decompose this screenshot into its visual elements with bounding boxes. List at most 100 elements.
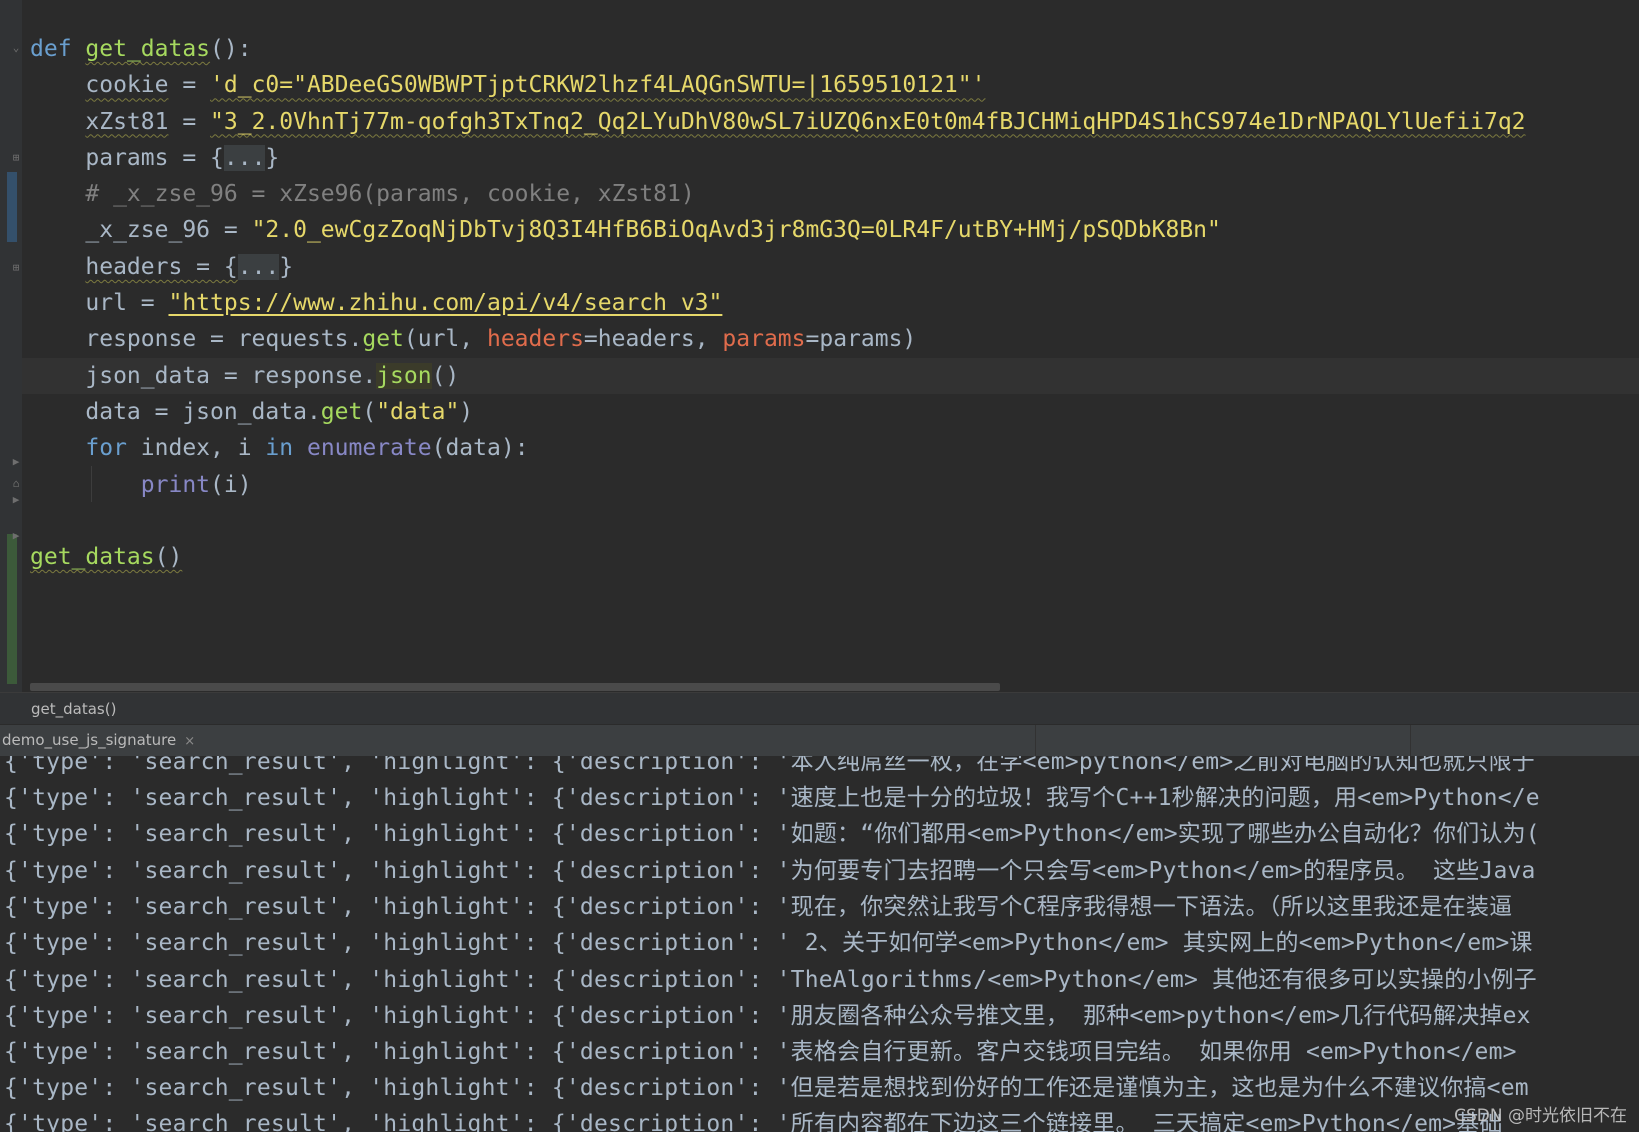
console-line-prefix: {'type': 'search_result', 'highlight': {…: [4, 1111, 777, 1132]
divider: [1035, 725, 1036, 757]
code-text: (: [362, 398, 377, 425]
code-text: index, i: [126, 435, 266, 462]
function-name: get_datas: [85, 36, 211, 62]
console-output-line: {'type': 'search_result', 'highlight': {…: [4, 1034, 1531, 1070]
code-text: =headers,: [583, 326, 723, 353]
code-line-json-current: json_data = response.json(): [22, 357, 1639, 394]
console-output-line: {'type': 'search_result', 'highlight': {…: [4, 925, 1533, 961]
folded-block[interactable]: ...: [223, 144, 266, 171]
operator: =: [168, 72, 211, 99]
console-line-prefix: {'type': 'search_result', 'highlight': {…: [4, 1039, 777, 1065]
builtin-name: print: [140, 471, 211, 498]
operator: =: [168, 108, 211, 135]
close-icon[interactable]: ×: [184, 734, 195, 749]
variable: cookie: [85, 72, 169, 99]
console-line-description: '为何要专门去招聘一个只会写<em>Python</em>的程序员。 这些Jav…: [776, 858, 1536, 884]
code-line-data: data = json_data.get("data"): [30, 394, 1639, 430]
console-line-description: '如题：“你们都用<em>Python</em>实现了哪些办公自动化？你们认为(: [776, 821, 1540, 847]
code-text: (): [431, 362, 460, 389]
code-editor[interactable]: ⌄ ⊞ ⊞ ▶ ⌂ ▶ ▶ def get_datas(): cookie = …: [0, 0, 1639, 692]
comment: # _x_zse_96 = xZse96(params, cookie, xZs…: [85, 181, 695, 208]
punctuation: }: [265, 144, 280, 171]
console-line-description: '但是若是想找到份好的工作还是谨慎为主，这也是为什么不建议你搞<em: [776, 1075, 1529, 1101]
punctuation: }: [279, 253, 294, 280]
code-text: (data):: [431, 435, 529, 462]
code-line-params: params = {...}: [30, 140, 1639, 176]
code-line-comment: # _x_zse_96 = xZse96(params, cookie, xZs…: [30, 176, 1639, 212]
method-name: get: [320, 398, 363, 425]
run-tool-window-header: demo_use_js_signature ×: [0, 724, 1639, 759]
console-line-prefix: {'type': 'search_result', 'highlight': {…: [4, 967, 777, 993]
variable: _x_zse_96 =: [85, 217, 252, 244]
breadcrumb-item[interactable]: get_datas(): [31, 700, 116, 718]
code-text: data = json_data.: [85, 398, 321, 425]
variable: headers = {: [85, 253, 238, 280]
folded-block[interactable]: ...: [237, 253, 280, 280]
console-output-line: {'type': 'search_result', 'highlight': {…: [4, 962, 1537, 998]
code-line-call: get_datas(): [30, 539, 1639, 575]
code-line-url: url = "https://www.zhihu.com/api/v4/sear…: [30, 285, 1639, 321]
run-arrow-icon[interactable]: ▶: [10, 530, 22, 542]
breadcrumb: get_datas(): [0, 692, 1639, 725]
keyword-argument: params: [722, 326, 806, 353]
code-line-print: print(i): [30, 467, 1639, 503]
code-line-xzst81: xZst81 = "3_2.0VhnTj77m-qofgh3TxTnq2_Qq2…: [30, 104, 1639, 140]
code-text: =params): [805, 326, 917, 353]
code-area[interactable]: def get_datas(): cookie = 'd_c0="ABDeeGS…: [22, 31, 1639, 575]
console-line-prefix: {'type': 'search_result', 'highlight': {…: [4, 1003, 777, 1029]
run-tab-label: demo_use_js_signature: [2, 731, 177, 749]
fold-icon[interactable]: ⌂: [10, 478, 22, 490]
console-output-line: {'type': 'search_result', 'highlight': {…: [4, 1106, 1503, 1132]
console-output-line: {'type': 'search_result', 'highlight': {…: [4, 853, 1536, 889]
code-line-response: response = requests.get(url, headers=hea…: [30, 321, 1639, 357]
console-line-description: '朋友圈各种公众号推文里， 那种<em>python</em>几行代码解决掉ex: [776, 1003, 1531, 1029]
code-text: response = requests.: [85, 326, 363, 353]
code-line-headers: headers = {...}: [30, 249, 1639, 285]
console-output-line: {'type': 'search_result', 'highlight': {…: [4, 889, 1512, 925]
watermark: CSDN @时光依旧不在: [1454, 1106, 1627, 1126]
code-text: (url,: [403, 326, 487, 353]
run-console-output[interactable]: {'type': 'search_result', 'highlight': {…: [0, 756, 1639, 1132]
console-line-description: '速度上也是十分的垃圾！我写个C++1秒解决的问题，用<em>Python</e: [776, 785, 1540, 811]
builtin-name: enumerate: [306, 435, 432, 462]
punctuation: ():: [210, 36, 252, 62]
console-output-line: {'type': 'search_result', 'highlight': {…: [4, 816, 1540, 852]
console-output-line: {'type': 'search_result', 'highlight': {…: [4, 998, 1531, 1034]
console-line-prefix: {'type': 'search_result', 'highlight': {…: [4, 858, 777, 884]
console-line-prefix: {'type': 'search_result', 'highlight': {…: [4, 894, 777, 920]
console-line-prefix: {'type': 'search_result', 'highlight': {…: [4, 1075, 777, 1101]
punctuation: (): [154, 544, 183, 571]
string-literal: "https://www.zhihu.com/api/v4/search_v3": [168, 290, 723, 317]
variable: url =: [85, 290, 169, 317]
console-line-prefix: {'type': 'search_result', 'highlight': {…: [4, 756, 777, 775]
console-output-line: {'type': 'search_result', 'highlight': {…: [4, 756, 1535, 780]
horizontal-scrollbar[interactable]: [30, 683, 1000, 691]
expand-fold-icon[interactable]: ⊞: [10, 262, 22, 274]
keyword: for: [85, 435, 127, 462]
console-line-description: '现在，你突然让我写个C程序我得想一下语法。（所以这里我还是在装逼: [776, 894, 1513, 920]
method-name: json: [376, 362, 432, 389]
expand-fold-icon[interactable]: ⊞: [10, 152, 22, 164]
variable: xZst81: [85, 108, 169, 135]
function-call: get_datas: [30, 544, 155, 571]
keyword: in: [265, 435, 294, 462]
string-literal: "data": [376, 398, 460, 425]
variable: params = {: [85, 144, 224, 171]
string-literal: "3_2.0VhnTj77m-qofgh3TxTnq2_Qq2LYuDhV80w…: [210, 108, 1526, 135]
code-text: json_data = response.: [85, 362, 377, 389]
code-line-cookie: cookie = 'd_c0="ABDeeGS0WBWPTjptCRKW2lhz…: [30, 67, 1639, 103]
console-line-prefix: {'type': 'search_result', 'highlight': {…: [4, 821, 777, 847]
fold-icon[interactable]: ⌄: [10, 42, 22, 54]
console-output-line: {'type': 'search_result', 'highlight': {…: [4, 780, 1540, 816]
divider: [1410, 725, 1411, 757]
console-line-description: '本人纯屌丝一枚，在学<em>python</em>之前对电脑的认知也就只限于: [776, 756, 1535, 775]
run-arrow-icon[interactable]: ▶: [10, 456, 22, 468]
run-arrow-icon[interactable]: ▶: [10, 494, 22, 506]
code-text: ): [459, 398, 474, 425]
run-tab[interactable]: demo_use_js_signature ×: [0, 725, 210, 759]
editor-gutter: ⌄ ⊞ ⊞ ▶ ⌂ ▶ ▶: [0, 0, 22, 692]
console-output-line: {'type': 'search_result', 'highlight': {…: [4, 1070, 1529, 1106]
code-line-def: def get_datas():: [30, 31, 1639, 67]
